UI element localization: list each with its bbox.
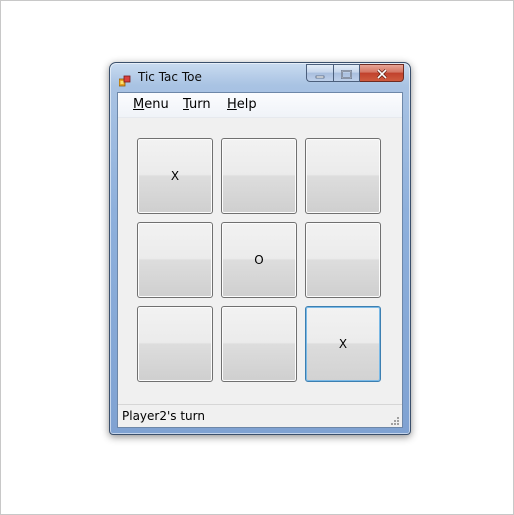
board-cell-7[interactable] xyxy=(137,306,213,382)
minimize-button[interactable] xyxy=(306,64,333,82)
board-cell-2[interactable] xyxy=(221,138,297,214)
title-bar[interactable]: Tic Tac Toe xyxy=(110,63,410,92)
board-cell-9[interactable]: X xyxy=(305,306,381,382)
status-bar: Player2's turn xyxy=(118,404,402,427)
menu-bar: Menu Turn Help xyxy=(118,93,402,118)
menu-menu[interactable]: Menu xyxy=(133,97,169,112)
board-cell-8[interactable] xyxy=(221,306,297,382)
minimize-icon xyxy=(315,64,325,83)
client-area: Menu Turn Help X O X Player2's turn xyxy=(117,92,403,428)
board-cell-3[interactable] xyxy=(305,138,381,214)
board-cell-4[interactable] xyxy=(137,222,213,298)
board-cell-5[interactable]: O xyxy=(221,222,297,298)
resize-grip-icon[interactable] xyxy=(388,413,400,425)
app-window: Tic Tac Toe Menu Turn Help X O X Player2… xyxy=(109,62,411,435)
app-icon xyxy=(118,72,131,87)
menu-turn[interactable]: Turn xyxy=(183,97,211,112)
board-cell-6[interactable] xyxy=(305,222,381,298)
close-button[interactable] xyxy=(360,64,404,82)
menu-help[interactable]: Help xyxy=(227,97,257,112)
window-title: Tic Tac Toe xyxy=(138,70,202,84)
board-cell-1[interactable]: X xyxy=(137,138,213,214)
status-text: Player2's turn xyxy=(122,409,205,423)
close-icon xyxy=(376,64,388,83)
maximize-icon xyxy=(341,64,352,83)
caption-buttons xyxy=(306,64,404,83)
maximize-button[interactable] xyxy=(333,64,360,82)
